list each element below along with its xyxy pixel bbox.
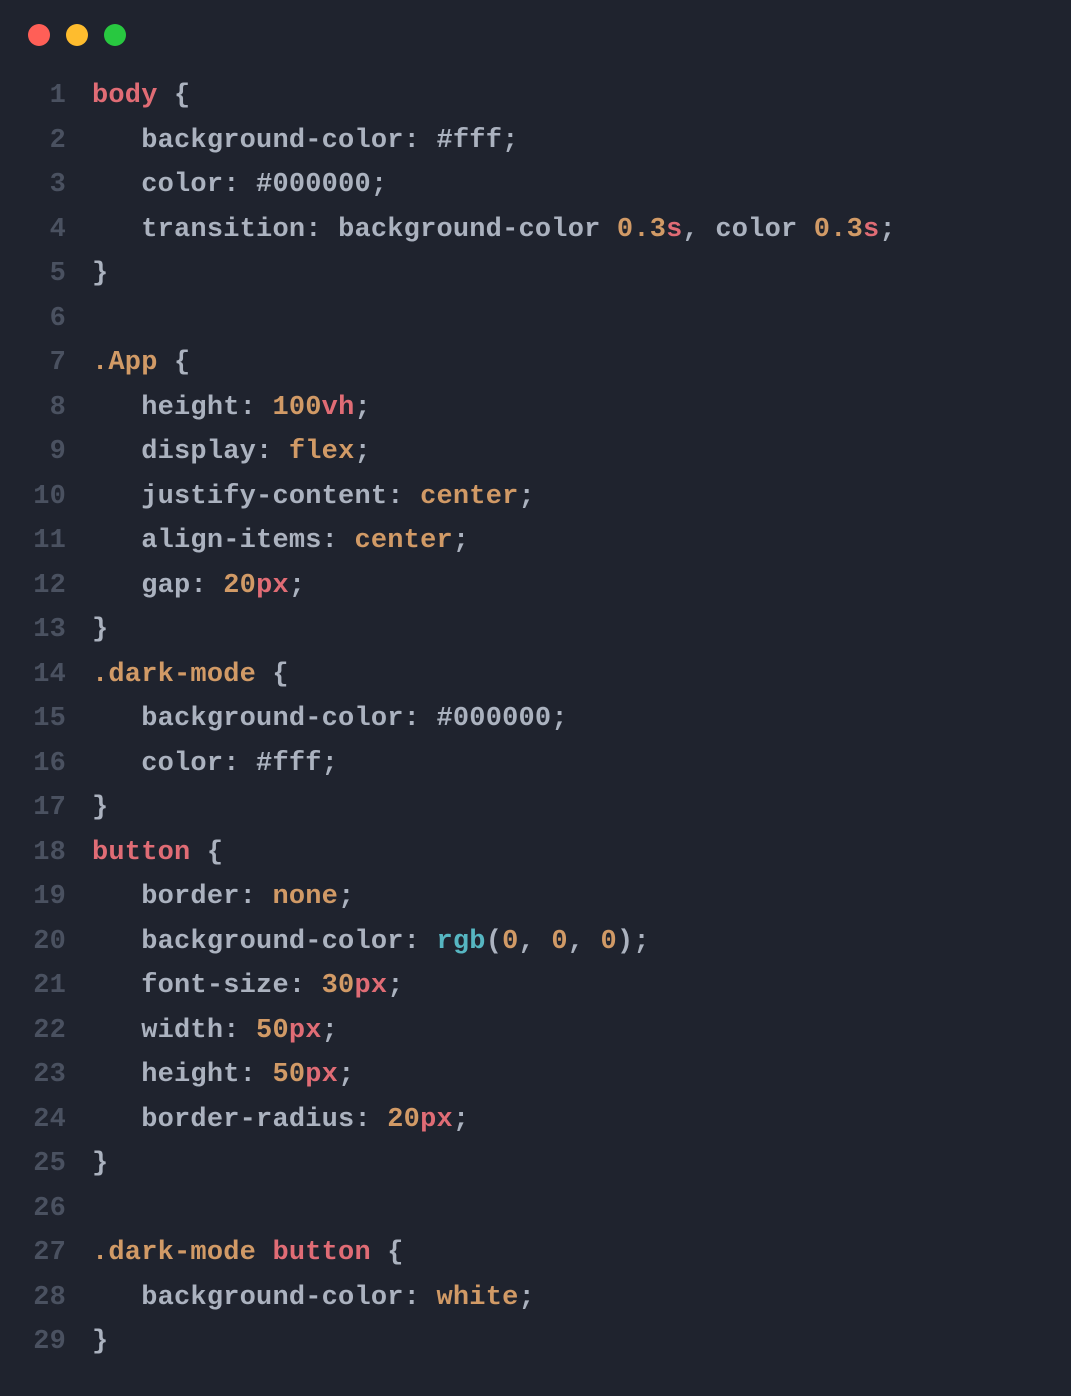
line-number: 4 xyxy=(18,208,66,253)
code-line[interactable]: 8 height: 100vh; xyxy=(18,386,1071,431)
line-number: 27 xyxy=(18,1231,66,1276)
code-line[interactable]: 5} xyxy=(18,252,1071,297)
code-content[interactable] xyxy=(92,297,108,342)
line-number: 12 xyxy=(18,564,66,609)
code-content[interactable]: border: none; xyxy=(92,875,354,920)
line-number: 10 xyxy=(18,475,66,520)
line-number: 3 xyxy=(18,163,66,208)
line-number: 15 xyxy=(18,697,66,742)
code-line[interactable]: 14 .dark-mode { xyxy=(18,653,1071,698)
line-number: 7 xyxy=(18,341,66,386)
code-line[interactable]: 2 background-color: #fff; xyxy=(18,119,1071,164)
line-number: 28 xyxy=(18,1276,66,1321)
line-number: 11 xyxy=(18,519,66,564)
code-content[interactable]: .dark-mode { xyxy=(92,653,289,698)
code-line[interactable]: 7 .App { xyxy=(18,341,1071,386)
code-content[interactable]: } xyxy=(92,786,108,831)
code-content[interactable]: align-items: center; xyxy=(92,519,469,564)
line-number: 26 xyxy=(18,1187,66,1232)
code-content[interactable]: background-color: rgb(0, 0, 0); xyxy=(92,920,650,965)
code-content[interactable]: color: #000000; xyxy=(92,163,387,208)
line-number: 6 xyxy=(18,297,66,342)
code-content[interactable]: .dark-mode button { xyxy=(92,1231,404,1276)
code-content[interactable]: font-size: 30px; xyxy=(92,964,404,1009)
line-number: 16 xyxy=(18,742,66,787)
line-number: 19 xyxy=(18,875,66,920)
code-line[interactable]: 13} xyxy=(18,608,1071,653)
code-content[interactable]: body { xyxy=(92,74,190,119)
code-content[interactable]: height: 50px; xyxy=(92,1053,354,1098)
close-icon[interactable] xyxy=(28,24,50,46)
zoom-icon[interactable] xyxy=(104,24,126,46)
code-content[interactable]: width: 50px; xyxy=(92,1009,338,1054)
code-line[interactable]: 4 transition: background-color 0.3s, col… xyxy=(18,208,1071,253)
code-line[interactable]: 12 gap: 20px; xyxy=(18,564,1071,609)
code-content[interactable]: } xyxy=(92,252,108,297)
code-line[interactable]: 3 color: #000000; xyxy=(18,163,1071,208)
code-content[interactable]: height: 100vh; xyxy=(92,386,371,431)
code-line[interactable]: 28 background-color: white; xyxy=(18,1276,1071,1321)
code-content[interactable]: } xyxy=(92,1320,108,1365)
code-content[interactable]: background-color: #fff; xyxy=(92,119,519,164)
line-number: 29 xyxy=(18,1320,66,1365)
code-line[interactable]: 29} xyxy=(18,1320,1071,1365)
code-line[interactable]: 6 xyxy=(18,297,1071,342)
code-editor[interactable]: 1body {2 background-color: #fff;3 color:… xyxy=(0,74,1071,1365)
code-line[interactable]: 1 body { xyxy=(18,74,1071,119)
code-content[interactable]: border-radius: 20px; xyxy=(92,1098,469,1143)
code-content[interactable] xyxy=(92,1187,108,1232)
code-content[interactable]: transition: background-color 0.3s, color… xyxy=(92,208,896,253)
code-line[interactable]: 9 display: flex; xyxy=(18,430,1071,475)
code-content[interactable]: button { xyxy=(92,831,223,876)
code-line[interactable]: 16 color: #fff; xyxy=(18,742,1071,787)
code-line[interactable]: 10 justify-content: center; xyxy=(18,475,1071,520)
code-line[interactable]: 26 xyxy=(18,1187,1071,1232)
editor-window: 1body {2 background-color: #fff;3 color:… xyxy=(0,0,1071,1396)
line-number: 23 xyxy=(18,1053,66,1098)
code-content[interactable]: background-color: white; xyxy=(92,1276,535,1321)
line-number: 25 xyxy=(18,1142,66,1187)
line-number: 18 xyxy=(18,831,66,876)
line-number: 21 xyxy=(18,964,66,1009)
code-line[interactable]: 18 button { xyxy=(18,831,1071,876)
window-titlebar xyxy=(0,24,1071,46)
line-number: 14 xyxy=(18,653,66,698)
code-content[interactable]: } xyxy=(92,1142,108,1187)
line-number: 13 xyxy=(18,608,66,653)
line-number: 22 xyxy=(18,1009,66,1054)
code-line[interactable]: 19 border: none; xyxy=(18,875,1071,920)
code-line[interactable]: 27 .dark-mode button { xyxy=(18,1231,1071,1276)
code-line[interactable]: 15 background-color: #000000; xyxy=(18,697,1071,742)
line-number: 1 xyxy=(18,74,66,119)
line-number: 9 xyxy=(18,430,66,475)
line-number: 17 xyxy=(18,786,66,831)
code-line[interactable]: 20 background-color: rgb(0, 0, 0); xyxy=(18,920,1071,965)
code-content[interactable]: background-color: #000000; xyxy=(92,697,568,742)
code-line[interactable]: 22 width: 50px; xyxy=(18,1009,1071,1054)
code-line[interactable]: 21 font-size: 30px; xyxy=(18,964,1071,1009)
code-content[interactable]: } xyxy=(92,608,108,653)
code-content[interactable]: display: flex; xyxy=(92,430,371,475)
minimize-icon[interactable] xyxy=(66,24,88,46)
code-content[interactable]: gap: 20px; xyxy=(92,564,305,609)
code-line[interactable]: 23 height: 50px; xyxy=(18,1053,1071,1098)
line-number: 24 xyxy=(18,1098,66,1143)
code-content[interactable]: .App { xyxy=(92,341,190,386)
line-number: 8 xyxy=(18,386,66,431)
code-line[interactable]: 25} xyxy=(18,1142,1071,1187)
code-line[interactable]: 17} xyxy=(18,786,1071,831)
line-number: 20 xyxy=(18,920,66,965)
line-number: 2 xyxy=(18,119,66,164)
code-line[interactable]: 11 align-items: center; xyxy=(18,519,1071,564)
code-content[interactable]: justify-content: center; xyxy=(92,475,535,520)
code-content[interactable]: color: #fff; xyxy=(92,742,338,787)
line-number: 5 xyxy=(18,252,66,297)
code-line[interactable]: 24 border-radius: 20px; xyxy=(18,1098,1071,1143)
